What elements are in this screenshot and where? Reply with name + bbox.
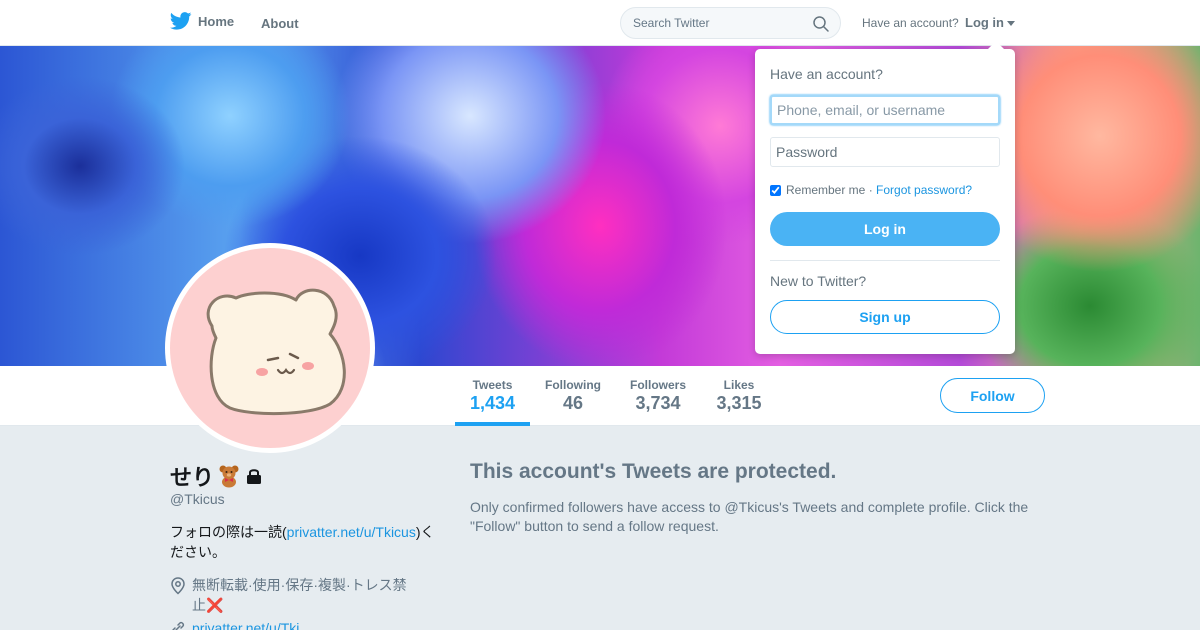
login-dropdown: Have an account? Remember me · Forgot pa… xyxy=(755,49,1015,354)
profile-name[interactable]: せり xyxy=(170,460,214,492)
remember-label[interactable]: Remember me xyxy=(786,183,865,197)
active-tab-indicator xyxy=(455,422,530,426)
twitter-bird-icon xyxy=(170,12,192,30)
password-field[interactable] xyxy=(770,137,1000,167)
location-pin-icon xyxy=(171,577,185,595)
stat-tweets[interactable]: Tweets 1,434 xyxy=(455,378,530,414)
dropdown-heading: Have an account? xyxy=(770,66,883,82)
bear-illustration xyxy=(206,288,346,416)
avatar[interactable] xyxy=(165,243,375,453)
nav-about-link[interactable]: About xyxy=(261,16,299,31)
profile-bio: フォロの際は一読(privatter.net/u/Tkicus)ください。 xyxy=(170,522,435,562)
url-text[interactable]: privatter.net/u/Tki... xyxy=(192,620,311,630)
stat-label: Following xyxy=(545,378,601,392)
profile-screen-name[interactable]: @Tkicus xyxy=(170,491,225,507)
protected-title: This account's Tweets are protected. xyxy=(470,460,837,483)
search-icon[interactable] xyxy=(812,15,830,33)
top-navigation: Home About Have an account? Log in xyxy=(0,0,1200,46)
stat-likes[interactable]: Likes 3,315 xyxy=(709,378,769,414)
profile-name-row: せり xyxy=(170,460,264,492)
dropdown-caret xyxy=(988,41,1004,49)
bio-link[interactable]: privatter.net/u/Tkicus xyxy=(287,524,416,540)
bio-text-prefix: フォロの際は一読( xyxy=(170,524,287,540)
profile-url[interactable]: privatter.net/u/Tki... xyxy=(170,620,311,630)
follow-button[interactable]: Follow xyxy=(940,378,1045,413)
login-button[interactable]: Log in xyxy=(770,212,1000,246)
search-input[interactable] xyxy=(633,16,803,30)
username-field[interactable] xyxy=(770,95,1000,125)
stat-followers[interactable]: Followers 3,734 xyxy=(623,378,693,414)
location-text: 無断転載·使用·保存·複製·トレス禁止❌ xyxy=(192,577,407,613)
login-toggle-label: Log in xyxy=(965,15,1004,30)
stat-value: 3,734 xyxy=(635,393,681,413)
signup-button[interactable]: Sign up xyxy=(770,300,1000,334)
have-account-text: Have an account? xyxy=(862,16,959,30)
search-box[interactable] xyxy=(620,7,841,39)
login-dropdown-toggle[interactable]: Log in xyxy=(965,15,1015,30)
stat-label: Likes xyxy=(723,378,755,392)
link-icon xyxy=(172,621,185,630)
stat-value: 1,434 xyxy=(469,393,516,413)
profile-location: 無断転載·使用·保存·複製·トレス禁止❌ xyxy=(170,575,430,615)
divider xyxy=(770,260,1000,261)
nav-home-link[interactable]: Home xyxy=(170,12,234,30)
separator: · xyxy=(865,183,877,197)
stat-label: Tweets xyxy=(472,378,513,392)
new-to-twitter-text: New to Twitter? xyxy=(770,273,867,289)
caret-down-icon xyxy=(1007,21,1015,27)
stat-following[interactable]: Following 46 xyxy=(538,378,608,414)
remember-checkbox[interactable] xyxy=(770,184,781,196)
nav-home-label: Home xyxy=(198,13,235,29)
forgot-password-link[interactable]: Forgot password? xyxy=(876,183,972,197)
stat-value: 3,315 xyxy=(716,393,762,413)
avatar-image xyxy=(170,248,370,448)
teddy-bear-emoji-icon xyxy=(219,465,239,488)
lock-icon xyxy=(247,469,262,484)
remember-row: Remember me · Forgot password? xyxy=(770,183,972,197)
stat-value: 46 xyxy=(562,393,584,413)
protected-text: Only confirmed followers have access to … xyxy=(470,499,1029,534)
stat-label: Followers xyxy=(629,378,686,392)
